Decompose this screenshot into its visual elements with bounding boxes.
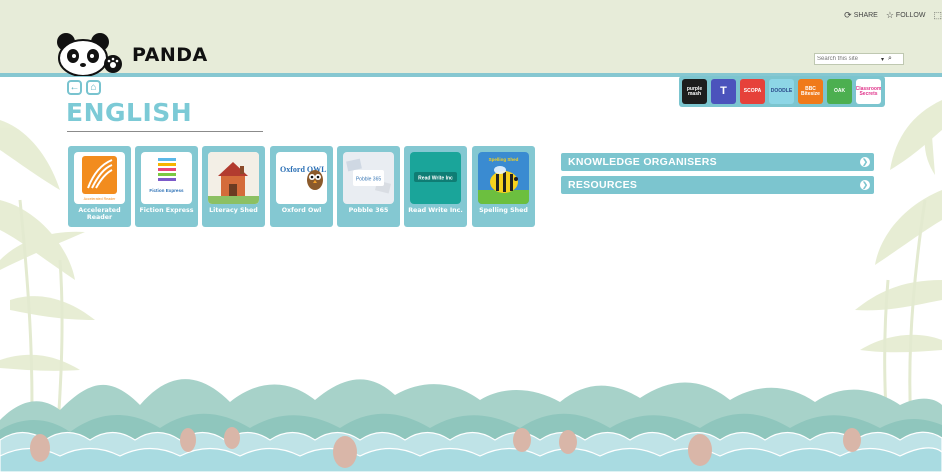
svg-text:Pobble 365: Pobble 365 [356, 177, 382, 183]
focus-button[interactable]: ⬚ [933, 10, 942, 21]
chevron-right-icon: ❯ [860, 180, 870, 190]
share-label: SHARE [853, 12, 878, 19]
svg-text:Read Write Inc: Read Write Inc [418, 176, 453, 182]
svg-text:Spelling Shed: Spelling Shed [489, 157, 519, 162]
site-logo[interactable]: PANDA [54, 32, 214, 76]
quicklink-teams[interactable]: T [711, 79, 736, 104]
pobble-365-logo: Pobble 365 [343, 152, 394, 204]
tile-label: Spelling Shed [479, 207, 528, 214]
tile-read-write-inc[interactable]: Read Write Inc Read Write Inc. [404, 146, 467, 227]
oxford-owl-logo: Oxford OWL [276, 152, 327, 204]
tile-fiction-express[interactable]: Fiction Express Fiction Express [135, 146, 198, 227]
panda-logo-icon [57, 33, 122, 76]
tile-label: Accelerated Reader [78, 207, 121, 221]
literacy-shed-image [208, 152, 259, 204]
svg-text:Fiction Express: Fiction Express [149, 188, 184, 193]
spelling-shed-logo: Spelling Shed [478, 152, 529, 204]
back-arrow-icon: ← [69, 82, 80, 93]
tile-label: Literacy Shed [209, 207, 258, 214]
home-icon: ⌂ [90, 82, 97, 93]
follow-button[interactable]: ☆ FOLLOW [886, 10, 926, 21]
tile-oxford-owl[interactable]: Oxford OWL Oxford Owl [270, 146, 333, 227]
focus-icon: ⬚ [933, 10, 942, 20]
quicklink-classroom-secrets[interactable]: Classroom Secrets [856, 79, 881, 104]
back-button[interactable]: ← [67, 80, 82, 95]
tile-label: Oxford Owl [281, 207, 322, 214]
quicklink-scopa[interactable]: SCOPA [740, 79, 765, 104]
tile-label: Fiction Express [139, 207, 194, 214]
tile-literacy-shed[interactable]: Literacy Shed [202, 146, 265, 227]
suite-bar: ⟳ SHARE ☆ FOLLOW ⬚ [0, 0, 942, 28]
resources-accordion[interactable]: RESOURCES ❯ [561, 176, 874, 194]
accordion-label: KNOWLEDGE ORGANISERS [568, 156, 717, 168]
search-box: ▾ ⌕ [814, 53, 904, 65]
title-divider [67, 131, 263, 132]
tile-spelling-shed[interactable]: Spelling Shed Spelling Shed [472, 146, 535, 227]
suite-actions: ⟳ SHARE ☆ FOLLOW ⬚ [844, 10, 942, 21]
read-write-inc-logo: Read Write Inc [410, 152, 461, 204]
search-scope-dropdown[interactable]: ▾ [881, 56, 884, 63]
star-icon: ☆ [885, 10, 894, 20]
page-title: ENGLISH [66, 98, 193, 127]
quicklink-oak[interactable]: OAK [827, 79, 852, 104]
share-icon: ⟳ [844, 10, 852, 20]
search-icon[interactable]: ⌕ [888, 55, 892, 63]
accelerated-reader-logo: Accelerated Reader [74, 152, 125, 204]
tile-label: Pobble 365 [348, 207, 389, 214]
knowledge-organisers-accordion[interactable]: KNOWLEDGE ORGANISERS ❯ [561, 153, 874, 171]
search-input[interactable] [815, 56, 879, 62]
quicklink-doodle[interactable]: DOODLE [769, 79, 794, 104]
share-button[interactable]: ⟳ SHARE [844, 10, 878, 21]
follow-label: FOLLOW [895, 12, 926, 19]
quicklink-purple-mash[interactable]: purple mash [682, 79, 707, 104]
chevron-right-icon: ❯ [860, 157, 870, 167]
quick-links-bar: purple mash T SCOPA DOODLE BBC Bitesize … [679, 76, 885, 107]
tile-accelerated-reader[interactable]: Accelerated Reader Accelerated Reader [68, 146, 131, 227]
accordion-label: RESOURCES [568, 179, 638, 191]
logo-text: PANDA [132, 44, 208, 66]
svg-text:Accelerated Reader: Accelerated Reader [84, 197, 117, 201]
tile-pobble-365[interactable]: Pobble 365 Pobble 365 [337, 146, 400, 227]
quicklink-bbc-bitesize[interactable]: BBC Bitesize [798, 79, 823, 104]
tile-label: Read Write Inc. [408, 207, 463, 214]
fiction-express-logo: Fiction Express [141, 152, 192, 204]
home-button[interactable]: ⌂ [86, 80, 101, 95]
